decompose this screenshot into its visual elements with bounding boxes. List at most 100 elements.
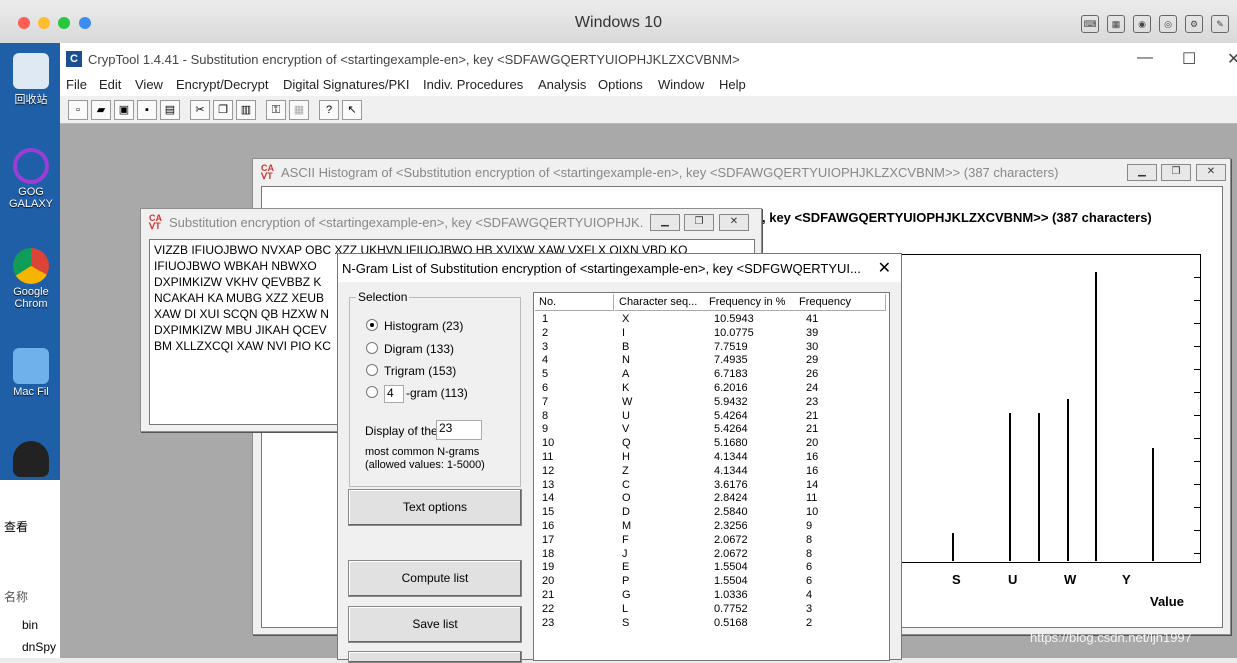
ngram-cell[interactable]: 1	[542, 313, 548, 327]
ngram-cell[interactable]: I	[622, 327, 625, 341]
menu-encrypt-decrypt[interactable]: Encrypt/Decrypt	[176, 77, 268, 92]
ngram-cell[interactable]: 1.0336	[714, 589, 748, 603]
close-button[interactable]: ✕	[719, 214, 749, 231]
open-folder-icon[interactable]: ▣	[114, 100, 134, 120]
ngram-cell[interactable]: 21	[806, 410, 818, 424]
ngram-cell[interactable]: 14	[806, 479, 818, 493]
ngram-cell[interactable]: 17	[542, 534, 554, 548]
open-icon[interactable]: ▰	[91, 100, 111, 120]
ngram-cell[interactable]: 2.0672	[714, 548, 748, 562]
minimize-button[interactable]: ▁	[650, 214, 680, 231]
restore-button[interactable]: ❐	[1161, 164, 1191, 181]
maximize-button[interactable]: ☐	[1182, 49, 1196, 69]
explorer-item[interactable]: bin	[22, 618, 38, 632]
radio-digram[interactable]: Digram (133)	[366, 342, 454, 356]
close-icon[interactable]: ✕	[878, 258, 891, 278]
ngram-cell[interactable]: 2	[806, 617, 812, 631]
menu-file[interactable]: File	[66, 77, 87, 92]
cut-icon[interactable]: ✂	[190, 100, 210, 120]
name-column[interactable]: 名称	[4, 588, 28, 605]
close-dialog-button[interactable]	[348, 651, 522, 663]
ngram-cell[interactable]: 5.9432	[714, 396, 748, 410]
menu-options[interactable]: Options	[598, 77, 643, 92]
disk-icon[interactable]: ◉	[1133, 15, 1151, 33]
wrench-icon[interactable]: ✎	[1211, 15, 1229, 33]
ngram-cell[interactable]: 11	[806, 492, 817, 506]
ngram-cell[interactable]: 0.7752	[714, 603, 748, 617]
keyboard-icon[interactable]: ⌨	[1081, 15, 1099, 33]
ngram-cell[interactable]: 5.4264	[714, 423, 748, 437]
ngram-cell[interactable]: 1.5504	[714, 575, 748, 589]
ngram-cell[interactable]: 5.1680	[714, 437, 748, 451]
ngram-cell[interactable]: D	[622, 506, 630, 520]
ngram-cell[interactable]: S	[622, 617, 629, 631]
ngram-cell[interactable]: 8	[542, 410, 548, 424]
ngram-cell[interactable]: 14	[542, 492, 554, 506]
ngram-cell[interactable]: 10.0775	[714, 327, 754, 341]
ngram-cell[interactable]: C	[622, 479, 630, 493]
ngram-cell[interactable]: 3	[542, 341, 548, 355]
ngram-cell[interactable]: 6.2016	[714, 382, 748, 396]
cd-icon[interactable]: ◎	[1159, 15, 1177, 33]
ngram-cell[interactable]: K	[622, 382, 629, 396]
cpu-icon[interactable]: ▦	[1107, 15, 1125, 33]
desktop-icon-mac-files[interactable]: Mac Fil	[0, 348, 62, 398]
paste-icon[interactable]: ▥	[236, 100, 256, 120]
explorer-item[interactable]: dnSpy	[22, 640, 56, 654]
ngram-cell[interactable]: 22	[542, 603, 554, 617]
ngram-cell[interactable]: 30	[806, 341, 818, 355]
ngram-cell[interactable]: 21	[806, 423, 818, 437]
ngram-cell[interactable]: 5	[542, 368, 548, 382]
ngram-cell[interactable]: 29	[806, 354, 818, 368]
menu-window[interactable]: Window	[658, 77, 704, 92]
ngram-cell[interactable]: 2.8424	[714, 492, 748, 506]
ngram-cell[interactable]: 26	[806, 368, 818, 382]
minimize-button[interactable]: —	[1137, 49, 1153, 67]
help-icon[interactable]: ?	[319, 100, 339, 120]
ngram-cell[interactable]: 2.0672	[714, 534, 748, 548]
menu-help[interactable]: Help	[719, 77, 746, 92]
column-header-no[interactable]: No.	[535, 294, 614, 311]
close-button[interactable]: ✕	[1227, 49, 1237, 69]
ngram-cell[interactable]: 6	[542, 382, 548, 396]
ngram-cell[interactable]: 6.7183	[714, 368, 748, 382]
ngram-cell[interactable]: 0.5168	[714, 617, 748, 631]
ngram-cell[interactable]: 7	[542, 396, 548, 410]
ngram-cell[interactable]: 3	[806, 603, 812, 617]
ngram-cell[interactable]: 6	[806, 561, 812, 575]
minimize-button[interactable]: ▁	[1127, 164, 1157, 181]
radio-ngram[interactable]: 4 -gram (113)	[366, 385, 468, 403]
text-options-button[interactable]: Text options	[348, 489, 522, 526]
menu-view[interactable]: View	[135, 77, 163, 92]
n-value-input[interactable]: 4	[384, 385, 404, 403]
ngram-cell[interactable]: 4	[806, 589, 812, 603]
ngram-cell[interactable]: N	[622, 354, 630, 368]
ngram-cell[interactable]: L	[622, 603, 628, 617]
menu-analysis[interactable]: Analysis	[538, 77, 586, 92]
ngram-cell[interactable]: Z	[622, 465, 629, 479]
ngram-cell[interactable]: 1.5504	[714, 561, 748, 575]
ngram-cell[interactable]: P	[622, 575, 629, 589]
ngram-cell[interactable]: 4.1344	[714, 451, 748, 465]
ngram-cell[interactable]: 41	[806, 313, 818, 327]
menu-indiv-procedures[interactable]: Indiv. Procedures	[423, 77, 523, 92]
ngram-cell[interactable]: 11	[542, 451, 553, 465]
desktop-icon-recycle-bin[interactable]: 回收站	[0, 53, 62, 107]
ngram-cell[interactable]: 2.5840	[714, 506, 748, 520]
ngram-cell[interactable]: 39	[806, 327, 818, 341]
ngram-cell[interactable]: 16	[542, 520, 554, 534]
ngram-cell[interactable]: F	[622, 534, 629, 548]
ngram-cell[interactable]: 10	[806, 506, 818, 520]
column-header-percent[interactable]: Frequency in %	[705, 294, 796, 311]
ngram-cell[interactable]: 7.7519	[714, 341, 748, 355]
radio-histogram[interactable]: Histogram (23)	[366, 319, 463, 333]
ngram-cell[interactable]: 6	[806, 575, 812, 589]
ngram-cell[interactable]: 16	[806, 451, 818, 465]
ngram-cell[interactable]: J	[622, 548, 628, 562]
ngram-cell[interactable]: H	[622, 451, 630, 465]
ngram-cell[interactable]: 23	[806, 396, 818, 410]
ngram-cell[interactable]: 18	[542, 548, 554, 562]
ngram-cell[interactable]: 20	[542, 575, 554, 589]
display-count-input[interactable]: 23	[436, 420, 482, 440]
ngram-cell[interactable]: 3.6176	[714, 479, 748, 493]
